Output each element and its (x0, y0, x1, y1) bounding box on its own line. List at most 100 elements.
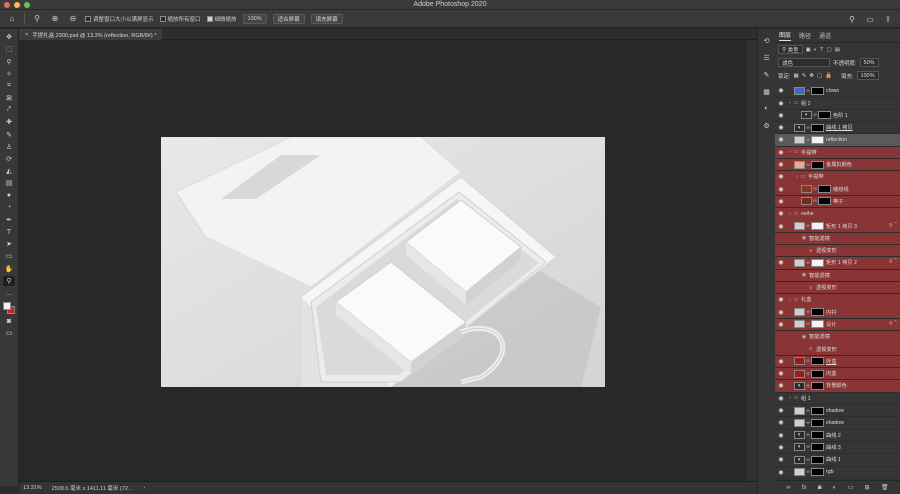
foreground-color-swatch[interactable] (3, 302, 11, 311)
layer-group[interactable]: ◉ › ▭ 组 2 (775, 97, 900, 110)
mask-thumbnail[interactable] (811, 431, 824, 440)
lock-artboard-icon[interactable]: ▢ (817, 73, 822, 79)
brush-settings-icon[interactable]: ✎ (761, 69, 772, 80)
blend-mode-select[interactable]: 滤色 (778, 58, 830, 67)
mask-thumbnail[interactable] (818, 185, 831, 194)
visibility-eye-icon[interactable]: ◉ (775, 223, 787, 230)
lock-move-icon[interactable]: ✥ (809, 73, 814, 79)
layer-row[interactable]: ◉ ∞ reflection (775, 134, 900, 147)
layer-group[interactable]: ◉ › ▭ 手提带 (775, 146, 900, 160)
document-image[interactable] (161, 137, 605, 387)
layer-row[interactable]: ≡ 透视变形 (775, 343, 900, 356)
mask-thumbnail[interactable] (811, 357, 824, 366)
layer-row[interactable]: ◉ ∞ 金属扣颜色 (775, 158, 900, 172)
visibility-eye-icon[interactable]: ◉ (775, 309, 787, 316)
layer-row[interactable]: ◉ 智能滤镜 (775, 269, 900, 283)
lock-all-icon[interactable]: 🔒 (825, 73, 832, 79)
mask-thumbnail[interactable] (811, 369, 824, 378)
layer-group[interactable]: ◉ › ▭ 礼盒 (775, 294, 900, 307)
layer-row[interactable]: ◉ ◐ ∞ 背景颜色 (775, 380, 900, 393)
visibility-eye-icon[interactable]: ◉ (775, 112, 787, 119)
properties-icon[interactable]: ⚙ (761, 120, 772, 131)
mask-thumbnail[interactable] (811, 135, 824, 144)
visibility-eye-icon[interactable]: ◉ (775, 382, 787, 389)
layer-row[interactable]: ◉ ∞ shadow (775, 417, 900, 430)
magic-wand-icon[interactable]: ✧ (3, 69, 15, 79)
visibility-eye-icon[interactable]: ◉ (775, 370, 787, 377)
visibility-eye-icon[interactable]: ◉ (775, 456, 787, 463)
layer-row[interactable]: ◉ 智能滤镜 (775, 232, 900, 246)
zoom-all-checkbox[interactable]: 缩放所有窗口 (159, 15, 201, 23)
dodge-icon[interactable]: ◔ (3, 203, 15, 213)
document-tab[interactable]: × 手提礼盒.2300.psd @ 13.3% (reflection, RGB… (19, 29, 163, 40)
share-icon[interactable]: ⇪ (882, 13, 894, 25)
pen-icon[interactable]: ✒ (3, 215, 15, 225)
layer-row[interactable]: ◉ 智能滤镜 (775, 331, 900, 344)
layer-group[interactable]: ◉ › ▭ 手提带 (775, 171, 900, 184)
mask-thumbnail[interactable] (811, 381, 824, 390)
mask-thumbnail[interactable] (818, 197, 831, 206)
fill-field[interactable]: 100% (856, 71, 879, 80)
history-brush-icon[interactable]: ⟳ (3, 154, 15, 164)
layer-group[interactable]: ◉ › ▭ neihe (775, 208, 900, 221)
visibility-eye-icon[interactable]: ◉ (775, 87, 787, 94)
zoom-icon[interactable]: ⚲ (31, 13, 43, 25)
path-select-icon[interactable]: ➤ (3, 239, 15, 249)
visibility-eye-icon[interactable]: ◉ (775, 432, 787, 439)
healing-icon[interactable]: ✚ (3, 117, 15, 127)
fit-screen-button[interactable]: 适合屏幕 (272, 13, 305, 24)
resize-windows-checkbox[interactable]: 调整窗口大小以满屏显示 (85, 15, 154, 23)
scrubby-zoom-checkbox[interactable]: 细微缩放 (206, 15, 237, 23)
search-icon[interactable]: ⚲ (846, 13, 858, 25)
lasso-icon[interactable]: ϙ (3, 56, 15, 66)
layer-row[interactable]: ≡ 透视变形 (775, 281, 900, 295)
visibility-eye-icon[interactable]: ◉ (775, 198, 787, 205)
stamp-icon[interactable]: ♙ (3, 142, 15, 152)
mask-thumbnail[interactable] (811, 123, 824, 132)
more-icon[interactable]: … (3, 288, 15, 298)
gradient-icon[interactable]: ▤ (3, 178, 15, 188)
home-icon[interactable]: ⌂ (6, 13, 18, 25)
blur-icon[interactable]: ● (3, 190, 15, 200)
marquee-icon[interactable]: ⬚ (3, 44, 15, 54)
visibility-eye-icon[interactable]: ◉ (775, 395, 787, 402)
layer-row[interactable]: ◉ ∞ 设计 ⌾ ⌃ (775, 318, 900, 332)
layer-row[interactable]: ◉ ◐ ∞ 曲线 2 (775, 429, 900, 442)
mask-thumbnail[interactable] (818, 111, 831, 120)
mask-thumbnail[interactable] (811, 406, 824, 415)
visibility-eye-icon[interactable]: ◉ (775, 149, 787, 156)
fx-icon[interactable]: fx (802, 485, 807, 491)
lock-paint-icon[interactable]: ✎ (802, 73, 807, 79)
layer-row[interactable]: ◉ ∞ 内衬 (775, 306, 900, 319)
layer-row[interactable]: ◉ ∞ 内盒 (775, 367, 900, 381)
layer-row[interactable]: ◉ ◐ ∞ 曲线 1 拷贝 (775, 122, 900, 135)
color-swatches[interactable] (2, 302, 16, 315)
rectangle-icon[interactable]: ▭ (3, 251, 15, 261)
visibility-eye-icon[interactable]: ◉ (775, 419, 787, 426)
type-icon[interactable]: T (3, 227, 15, 237)
tab-channels[interactable]: 通道 (819, 31, 831, 40)
new-adjustment-icon[interactable]: ◐ (833, 485, 837, 491)
layer-row[interactable]: ◉ ∞ 带子 (775, 195, 900, 209)
filter-smart-icon[interactable]: ▤ (835, 47, 840, 53)
trash-icon[interactable]: 🗑 (881, 484, 889, 491)
new-group-icon[interactable]: ▭ (848, 484, 854, 491)
smart-object-filter-icon[interactable]: ⌾ ⌃ (889, 259, 897, 266)
close-tab-icon[interactable]: × (25, 32, 28, 38)
visibility-eye-icon[interactable]: ◉ (775, 173, 787, 180)
mask-thumbnail[interactable] (811, 418, 824, 427)
visibility-eye-icon[interactable]: ◉ (775, 186, 787, 193)
mask-thumbnail[interactable] (811, 222, 824, 231)
zoom-tool-icon[interactable]: ⚲ (3, 275, 15, 286)
layer-row[interactable]: ◉ ◐ ∞ 曲线 1 (775, 454, 900, 467)
layer-row[interactable]: ◉ ∞ clown (775, 85, 900, 98)
visibility-eye-icon[interactable]: ◉ (775, 259, 787, 266)
tab-paths[interactable]: 路径 (799, 31, 811, 40)
layer-row[interactable]: ◉ ◐ ∞ 曲线 3 (775, 442, 900, 455)
layer-row[interactable]: ◉ ∞ 外盒 (775, 355, 900, 369)
zoom-100-button[interactable]: 100% (242, 13, 267, 24)
smart-object-filter-icon[interactable]: ⌾ ⌃ (889, 321, 897, 328)
adjust-icon[interactable]: ☰ (761, 52, 772, 63)
mask-thumbnail[interactable] (811, 308, 824, 317)
filter-kind-select[interactable]: ⚲ 类型 (778, 45, 803, 54)
